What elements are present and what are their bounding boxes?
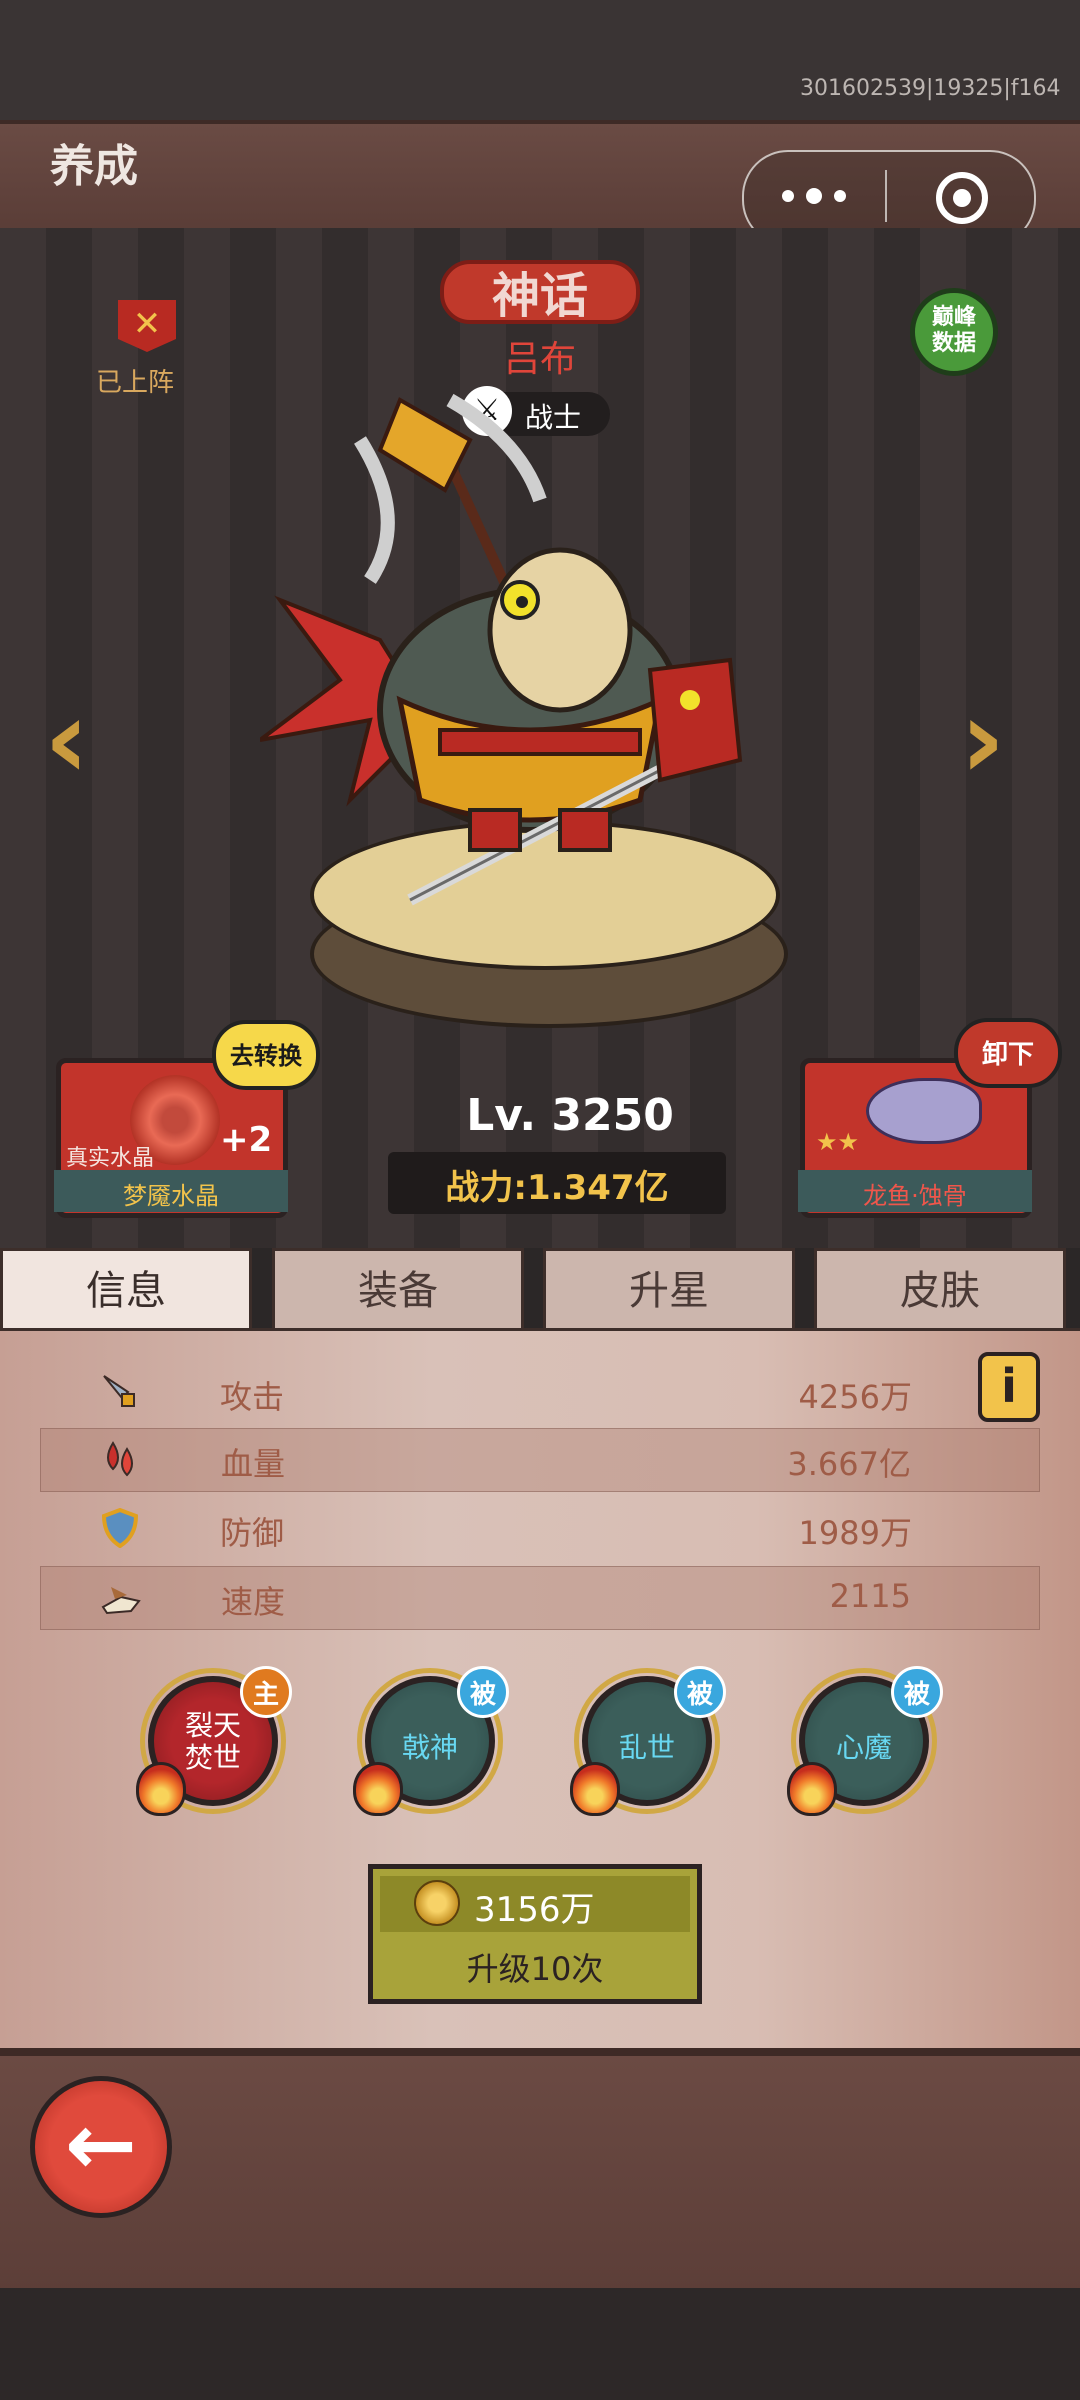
tab-info[interactable]: 信息	[0, 1248, 252, 1328]
deployed-label: 已上阵	[96, 368, 175, 398]
hero-figure	[260, 393, 743, 906]
skill-tag-passive: 被	[674, 1666, 726, 1718]
skill-tag-passive: 被	[457, 1666, 509, 1718]
tab-equipment[interactable]: 装备	[272, 1248, 524, 1328]
unequip-button-label: 卸下	[981, 1040, 1034, 1070]
skill-name: 乱世	[618, 1731, 675, 1764]
crystal-name: 梦魇水晶	[123, 1182, 219, 1210]
skill-tag-passive: 被	[891, 1666, 943, 1718]
stat-label: 攻击	[220, 1378, 285, 1416]
speed-icon	[101, 1587, 141, 1615]
hero-level: Lv. 3250	[466, 1090, 674, 1141]
tab-star-up[interactable]: 升星	[543, 1248, 795, 1328]
stat-value: 4256万	[798, 1378, 912, 1416]
next-hero-arrow-icon[interactable]: ›	[960, 684, 1040, 794]
stat-value: 1989万	[798, 1514, 912, 1552]
stat-row-defense: 防御 1989万	[40, 1498, 1040, 1562]
page-title: 养成	[50, 141, 138, 192]
crystal-plus-level: +2	[220, 1120, 273, 1160]
dragonfish-icon	[866, 1078, 982, 1144]
skill-name: 心魔	[835, 1731, 892, 1764]
crystal-sub-label: 真实水晶	[66, 1146, 155, 1171]
hero-power: 战力:1.347亿	[445, 1168, 669, 1208]
skill-flame-icon	[136, 1762, 186, 1816]
peak-data-label: 巅峰 数据	[931, 305, 976, 356]
stat-value: 2115	[829, 1577, 911, 1615]
more-icon[interactable]	[782, 178, 846, 214]
convert-button-label: 去转换	[230, 1042, 302, 1070]
hero-name: 吕布	[503, 339, 576, 380]
stat-label: 防御	[220, 1514, 285, 1552]
tab-skins[interactable]: 皮肤	[814, 1248, 1066, 1328]
shield-icon	[101, 1508, 139, 1548]
back-arrow-icon[interactable]: ←	[30, 2076, 172, 2218]
blood-icon	[107, 1441, 133, 1477]
sword-icon	[103, 1375, 135, 1407]
build-id: 301602539|19325|f164	[800, 76, 1061, 101]
stat-row-attack: 攻击 4256万	[40, 1362, 1040, 1426]
upgrade-cost: 3156万	[474, 1890, 595, 1930]
coin-icon	[414, 1880, 460, 1926]
close-target-icon[interactable]	[936, 172, 988, 224]
upgrade-label: 升级10次	[466, 1950, 604, 1988]
peak-data-button[interactable]: 巅峰 数据	[910, 288, 998, 376]
skill-flame-icon	[570, 1762, 620, 1816]
skill-name: 戟神	[401, 1731, 458, 1764]
stat-label: 血量	[221, 1445, 286, 1483]
bottom-strip	[0, 2288, 1080, 2400]
top-strip	[0, 0, 1080, 120]
stat-row-speed: 速度 2115	[40, 1566, 1040, 1630]
capsule-divider	[885, 170, 887, 222]
stat-row-hp: 血量 3.667亿	[40, 1428, 1040, 1492]
skill-tag-main: 主	[240, 1666, 292, 1718]
stat-value: 3.667亿	[787, 1445, 911, 1483]
skill-flame-icon	[353, 1762, 403, 1816]
prev-hero-arrow-icon[interactable]: ‹	[44, 684, 124, 794]
dragonfish-name: 龙鱼·蚀骨	[863, 1182, 967, 1210]
skill-flame-icon	[787, 1762, 837, 1816]
stat-label: 速度	[221, 1583, 286, 1621]
dragonfish-stars: ★★	[816, 1128, 860, 1156]
rarity-badge: 神话	[440, 260, 640, 324]
